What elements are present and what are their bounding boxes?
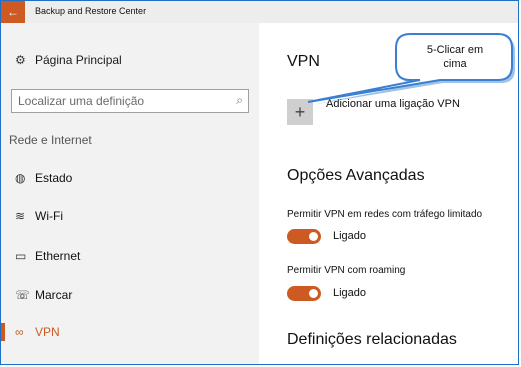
callout-line-2: cima [443,58,467,70]
sidebar-item-marcar[interactable]: ☏ Marcar [15,288,72,302]
add-vpn-button[interactable]: + [287,99,313,125]
callout-line-1: 5-Clicar em [426,44,484,56]
sidebar: ⚙ Página Principal Localizar uma definiç… [1,23,259,364]
sidebar-item-label: Wi-Fi [35,209,63,223]
window-title: Backup and Restore Center [35,6,147,16]
sidebar-item-estado[interactable]: ◍ Estado [15,171,72,185]
gear-icon: ⚙ [15,53,26,67]
vpn-icon: ∞ [15,325,24,339]
toggle-knob [309,232,318,241]
roaming-toggle-state: Ligado [333,287,367,299]
related-heading: Definições relacionadas [287,331,457,348]
advanced-heading: Opções Avançadas [287,167,425,184]
metered-toggle[interactable] [287,229,321,244]
phone-icon: ☏ [15,288,31,302]
plus-icon: + [294,101,306,122]
wifi-icon: ≋ [15,209,26,223]
back-button[interactable]: ← [1,1,25,23]
callout-text: 5-Clicar em cima [400,43,510,71]
sidebar-item-wifi[interactable]: ≋ Wi-Fi [15,209,63,223]
sidebar-item-label: VPN [35,325,60,339]
sidebar-item-label: Estado [35,171,73,185]
roaming-toggle[interactable] [287,286,321,301]
search-input[interactable]: Localizar uma definição ⌕ [11,89,249,113]
roaming-option-label: Permitir VPN com roaming [287,265,406,276]
metered-option-label: Permitir VPN em redes com tráfego limita… [287,209,483,220]
add-vpn-label[interactable]: Adicionar uma ligação VPN [326,98,460,110]
sidebar-item-ethernet[interactable]: ▭ Ethernet [15,249,80,263]
vpn-heading: VPN [287,53,320,70]
sidebar-home[interactable]: ⚙ Página Principal [15,53,122,67]
back-arrow-icon: ← [7,5,19,19]
search-icon: ⌕ [236,93,243,107]
sidebar-item-label: Marcar [35,288,73,302]
sidebar-item-vpn[interactable]: ∞ VPN [15,325,60,339]
search-placeholder: Localizar uma definição [18,94,145,108]
metered-toggle-state: Ligado [333,230,367,242]
main-content: VPN + Adicionar uma ligação VPN Opções A… [259,23,518,364]
sidebar-home-label: Página Principal [35,53,122,67]
toggle-knob [309,289,318,298]
ethernet-icon: ▭ [15,249,27,263]
title-bar: ← Backup and Restore Center [1,1,518,24]
sidebar-item-label: Ethernet [35,249,81,263]
globe-icon: ◍ [15,171,26,185]
section-label: Rede e Internet [9,133,92,147]
active-indicator [1,323,5,341]
